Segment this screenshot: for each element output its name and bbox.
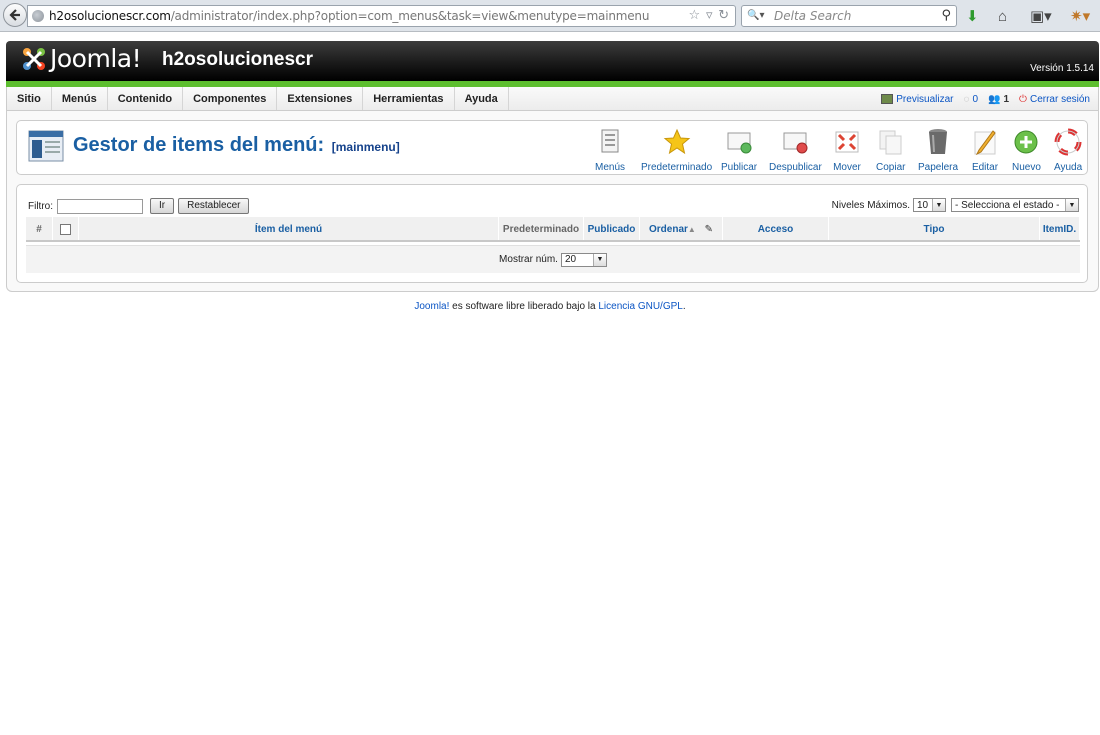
col-default: Predeterminado <box>499 217 584 240</box>
lifebuoy-icon <box>1054 128 1082 156</box>
edit-button[interactable]: Editar <box>971 128 999 173</box>
col-published[interactable]: Publicado <box>584 217 640 240</box>
joomla-logo-icon <box>23 47 45 70</box>
levels-select[interactable]: 10 ▼ <box>913 198 946 212</box>
search-placeholder: Delta Search <box>774 9 852 23</box>
move-button[interactable]: Mover <box>833 128 861 173</box>
copy-icon <box>879 130 902 155</box>
reset-button[interactable]: Restablecer <box>178 198 250 214</box>
col-select-all <box>53 217 79 240</box>
save-order-icon[interactable]: ✎ <box>705 224 713 235</box>
logout-link[interactable]: ⏻ Cerrar sesión <box>1019 94 1090 105</box>
filter-label: Filtro: <box>28 200 53 212</box>
search-engine-icon[interactable]: 🔍▾ <box>747 6 764 26</box>
default-button[interactable]: Predeterminado <box>641 128 712 173</box>
col-item[interactable]: Ítem del menú <box>79 217 499 240</box>
move-icon <box>835 131 859 153</box>
help-button[interactable]: Ayuda <box>1054 128 1082 173</box>
filter-row: Filtro: Ir Restablecer <box>28 198 250 214</box>
menu-item-extensiones[interactable]: Extensiones <box>277 87 364 110</box>
col-number: # <box>26 217 53 240</box>
joomla-link[interactable]: Joomla! <box>414 301 449 312</box>
sort-asc-icon: ▲ <box>687 225 696 234</box>
unpublish-button[interactable]: Despublicar <box>769 128 822 173</box>
message-icon: ◌ <box>963 93 970 105</box>
url-tools: ☆ ▿ ↻ <box>689 6 730 26</box>
bookmarks-menu-icon[interactable]: ▣▾ <box>1030 6 1052 26</box>
trash-button[interactable]: Papelera <box>918 128 958 173</box>
items-panel: Filtro: Ir Restablecer Niveles Máximos. … <box>16 184 1088 283</box>
filter-input[interactable] <box>57 198 143 214</box>
menu-item-menus[interactable]: Menús <box>52 87 108 110</box>
col-access[interactable]: Acceso <box>723 217 829 240</box>
chevron-down-icon: ▼ <box>592 253 606 266</box>
preview-link[interactable]: Previsualizar <box>881 94 954 105</box>
levels-label: Niveles Máximos. <box>831 199 910 211</box>
col-itemid[interactable]: ItemID. <box>1040 217 1080 240</box>
bookmark-star-icon[interactable]: ☆ <box>689 6 701 26</box>
logout-icon: ⏻ <box>1019 93 1027 105</box>
publish-button[interactable]: Publicar <box>721 128 757 173</box>
search-go-icon[interactable]: ⚲ <box>941 6 951 26</box>
table-header: # Ítem del menú Predeterminado Publicado… <box>26 217 1080 242</box>
copy-button[interactable]: Copiar <box>876 128 905 173</box>
users-icon: 👥 <box>988 93 1001 105</box>
users-online: 👥 1 <box>988 93 1010 105</box>
new-button[interactable]: Nuevo <box>1012 128 1041 173</box>
site-name: h2osolucionescr <box>162 49 313 70</box>
menu-item-herramientas[interactable]: Herramientas <box>363 87 455 110</box>
trash-icon <box>929 129 948 154</box>
col-order[interactable]: Ordenar▲ ✎ <box>640 217 723 240</box>
publish-icon <box>727 132 752 154</box>
back-button[interactable] <box>3 3 27 27</box>
globe-icon <box>32 10 44 22</box>
menus-icon <box>601 129 619 153</box>
addon-icon[interactable]: ✷▾ <box>1070 6 1090 26</box>
add-icon <box>1014 130 1038 154</box>
chevron-down-icon: ▼ <box>1065 199 1078 211</box>
admin-menubar: Sitio Menús Contenido Componentes Extensione… <box>6 87 1099 111</box>
download-icon[interactable]: ⬇ <box>966 6 979 26</box>
joomla-logo: Joomla! <box>20 44 142 73</box>
menu-manager-icon <box>28 130 64 162</box>
license-link[interactable]: Licencia GNU/GPL <box>598 301 682 312</box>
display-label: Mostrar núm. <box>499 254 558 265</box>
display-count-select[interactable]: 20 ▼ <box>560 252 607 267</box>
status-area: Previsualizar ◌ 0 👥 1 ⏻ Cerrar sesión <box>881 87 1090 111</box>
state-select[interactable]: - Selecciona el estado - ▼ <box>951 198 1079 212</box>
preview-icon <box>881 94 894 104</box>
unpublish-icon <box>783 132 808 154</box>
select-all-checkbox[interactable] <box>60 223 71 235</box>
go-button[interactable]: Ir <box>150 198 175 214</box>
arrow-left-icon <box>9 9 20 21</box>
reload-icon[interactable]: ↻ <box>718 6 729 26</box>
chevron-down-icon: ▼ <box>932 199 945 211</box>
col-type[interactable]: Tipo <box>829 217 1040 240</box>
url-path: /administrator/index.php?option=com_menu… <box>170 9 650 23</box>
messages-link[interactable]: ◌ 0 <box>964 94 979 105</box>
logo-text: Joomla! <box>50 44 142 73</box>
url-bar[interactable]: h2osolucionescr.com/administrator/index.… <box>27 5 736 27</box>
browser-toolbar: h2osolucionescr.com/administrator/index.… <box>0 0 1100 32</box>
menus-button[interactable]: Menús <box>595 128 625 173</box>
page-title: Gestor de items del menú: [mainmenu] <box>73 134 400 156</box>
menu-item-componentes[interactable]: Componentes <box>183 87 278 110</box>
search-input[interactable]: 🔍▾ Delta Search ⚲ <box>741 5 957 27</box>
home-icon[interactable]: ⌂ <box>998 6 1007 26</box>
table-footer: Mostrar núm. 20 ▼ <box>26 245 1080 273</box>
menu-item-contenido[interactable]: Contenido <box>108 87 184 110</box>
version-label: Versión 1.5.14 <box>1030 63 1094 74</box>
levels-filter: Niveles Máximos. 10 ▼ - Selecciona el es… <box>832 198 1079 212</box>
admin-header: Joomla! h2osolucionescr Versión 1.5.14 <box>6 41 1099 81</box>
menu-type-label: [mainmenu] <box>331 140 400 154</box>
url-host: h2osolucionescr.com <box>49 9 171 23</box>
pencil-icon <box>974 130 996 156</box>
star-icon <box>663 128 690 155</box>
dropdown-arrow-icon[interactable]: ▿ <box>706 6 713 26</box>
page-toolbar: Gestor de items del menú: [mainmenu] Men… <box>16 120 1088 175</box>
menu-item-sitio[interactable]: Sitio <box>7 87 52 110</box>
page-footer: Joomla! es software libre liberado bajo … <box>414 301 686 312</box>
menu-item-ayuda[interactable]: Ayuda <box>455 87 509 110</box>
